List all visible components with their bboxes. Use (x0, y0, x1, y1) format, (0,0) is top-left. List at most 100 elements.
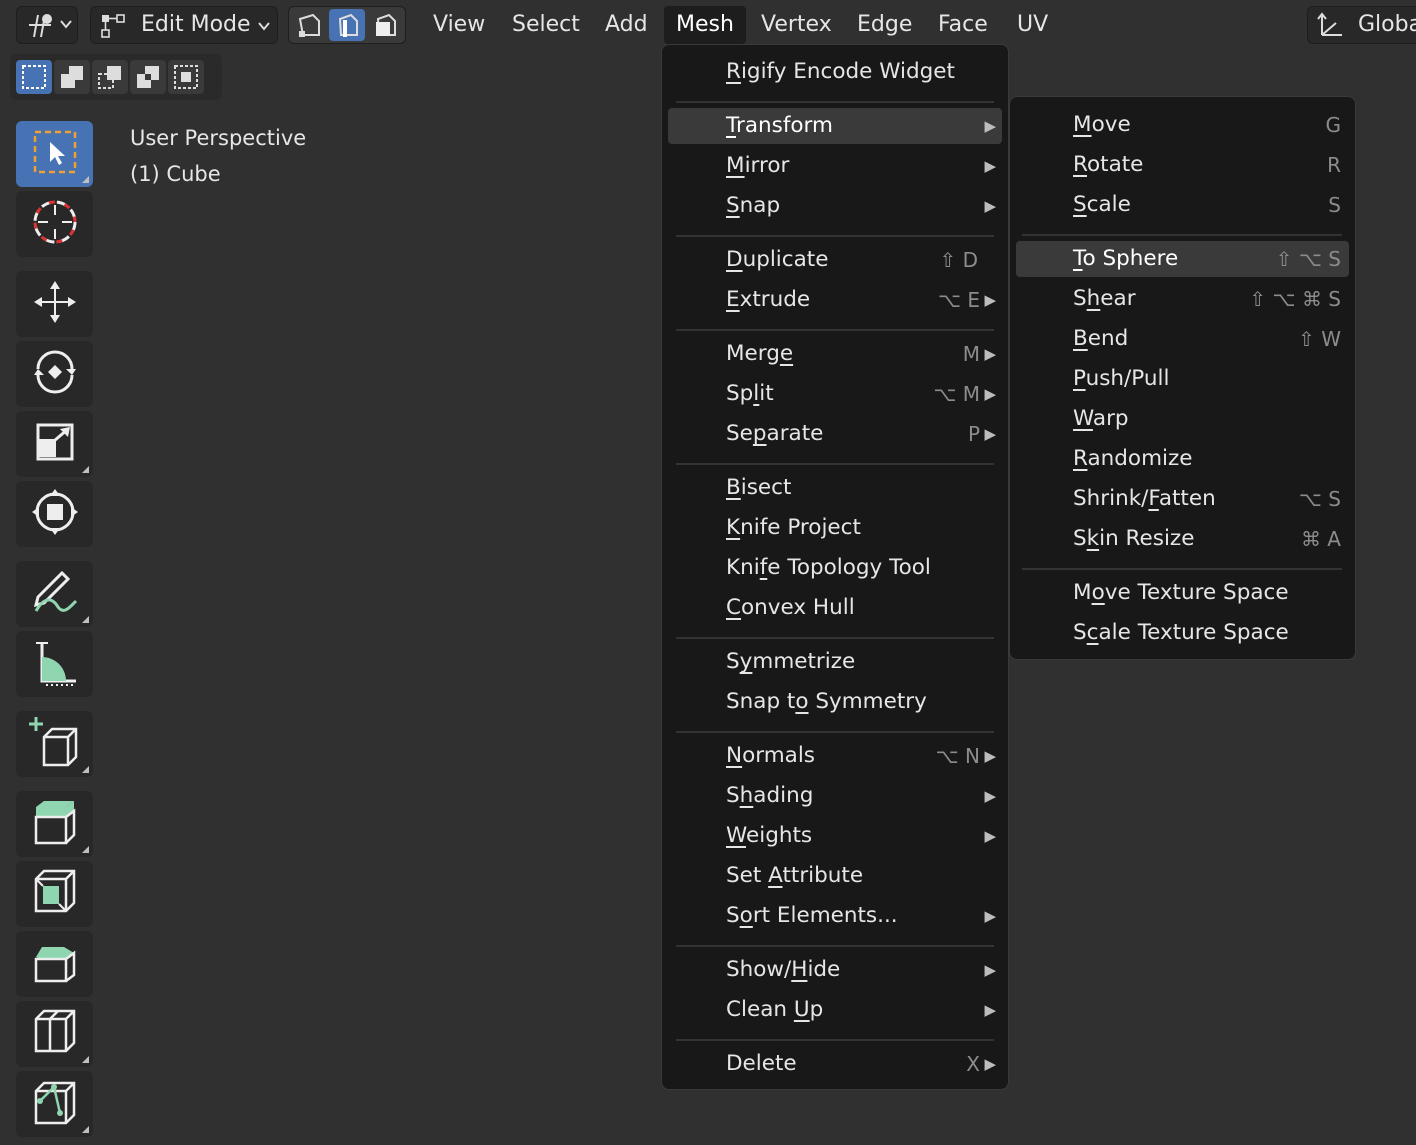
extrude-region-icon (30, 797, 80, 851)
menu-item-scale-texture-space[interactable]: Scale Texture Space (1016, 615, 1349, 651)
editor-type-icon (25, 11, 55, 43)
menu-add[interactable]: Add (593, 6, 660, 44)
menu-item-label: Knife Project (726, 515, 861, 540)
menu-item-shading[interactable]: Shading ▶ (668, 778, 1002, 814)
menu-item-rotate[interactable]: Rotate R (1016, 147, 1349, 183)
menu-item-set-attribute[interactable]: Set Attribute (668, 858, 1002, 894)
menu-face[interactable]: Face (926, 6, 1000, 44)
menu-item-sort-elements[interactable]: Sort Elements... ▶ (668, 898, 1002, 934)
menu-item-bend[interactable]: Bend ⇧ W (1016, 321, 1349, 357)
transform-orientation-dropdown[interactable]: Globa (1307, 6, 1416, 44)
inset-faces-tool[interactable] (16, 861, 93, 927)
menu-item-rigify-encode-widget[interactable]: Rigify Encode Widget (668, 54, 1002, 90)
menu-mesh[interactable]: Mesh (664, 6, 746, 44)
menu-item-separate[interactable]: Separate P ▶ (668, 416, 1002, 452)
menu-item-weights[interactable]: Weights ▶ (668, 818, 1002, 854)
knife-tool[interactable] (16, 1071, 93, 1137)
inset-faces-icon (30, 867, 80, 921)
bevel-icon (30, 937, 80, 991)
submenu-arrow-icon: ▶ (984, 385, 996, 403)
submenu-arrow-icon: ▶ (984, 907, 996, 925)
loop-cut-tool[interactable] (16, 1001, 93, 1067)
menu-item-merge[interactable]: Merge M ▶ (668, 336, 1002, 372)
menu-item-warp[interactable]: Warp (1016, 401, 1349, 437)
menu-item-label: Set Attribute (726, 863, 864, 888)
menu-item-split[interactable]: Split ⌥ M ▶ (668, 376, 1002, 412)
select-intersect-button[interactable] (168, 60, 204, 94)
menu-item-knife-topology-tool[interactable]: Knife Topology Tool (668, 550, 1002, 586)
select-intersect-icon (173, 64, 199, 94)
menu-item-label: Warp (1073, 406, 1129, 431)
menu-select[interactable]: Select (500, 6, 592, 44)
menu-item-randomize[interactable]: Randomize (1016, 441, 1349, 477)
annotate-tool[interactable] (16, 561, 93, 627)
menu-item-knife-project[interactable]: Knife Project (668, 510, 1002, 546)
face-select-button[interactable] (367, 9, 403, 41)
menu-item-label: Bend (1073, 326, 1129, 351)
menu-item-label: Split (726, 381, 774, 406)
add-cube-tool[interactable] (16, 711, 93, 777)
menu-item-skin-resize[interactable]: Skin Resize ⌘ A (1016, 521, 1349, 557)
menu-item-move-texture-space[interactable]: Move Texture Space (1016, 575, 1349, 611)
submenu-arrow-icon: ▶ (984, 291, 996, 309)
menu-item-delete[interactable]: Delete X ▶ (668, 1046, 1002, 1082)
menu-item-bisect[interactable]: Bisect (668, 470, 1002, 506)
move-icon (30, 277, 80, 331)
select-box-tool[interactable] (16, 121, 93, 187)
cursor-tool[interactable] (16, 191, 93, 257)
measure-tool[interactable] (16, 631, 93, 697)
scale-tool[interactable] (16, 411, 93, 477)
menu-item-shear[interactable]: Shear ⇧ ⌥ ⌘ S (1016, 281, 1349, 317)
mode-dropdown[interactable]: Edit Mode (90, 6, 278, 44)
chevron-down-icon (257, 18, 271, 37)
transform-orientation-label: Globa (1358, 12, 1416, 37)
editor-type-button[interactable] (16, 6, 78, 44)
menu-item-label: Snap to Symmetry (726, 689, 927, 714)
select-difference-button[interactable] (130, 60, 166, 94)
menu-item-normals[interactable]: Normals ⌥ N ▶ (668, 738, 1002, 774)
submenu-arrow-icon: ▶ (984, 1055, 996, 1073)
select-subtract-button[interactable] (92, 60, 128, 94)
menu-edge[interactable]: Edge (845, 6, 924, 44)
menu-item-push-pull[interactable]: Push/Pull (1016, 361, 1349, 397)
menu-separator (676, 235, 994, 237)
menu-item-snap[interactable]: Snap ▶ (668, 188, 1002, 224)
menu-item-shrink-fatten[interactable]: Shrink/Fatten ⌥ S (1016, 481, 1349, 517)
selection-mode-bar (10, 54, 222, 100)
knife-icon (30, 1077, 80, 1131)
menu-item-move[interactable]: Move G (1016, 107, 1349, 143)
menu-view[interactable]: View (421, 6, 497, 44)
menu-item-label: Delete (726, 1051, 797, 1076)
select-new-button[interactable] (16, 60, 52, 94)
menu-item-transform[interactable]: Transform ▶ (668, 108, 1002, 144)
transform-tool[interactable] (16, 481, 93, 547)
menu-vertex[interactable]: Vertex (749, 6, 844, 44)
menu-item-extrude[interactable]: Extrude ⌥ E ▶ (668, 282, 1002, 318)
edge-select-button[interactable] (329, 9, 365, 41)
menu-separator (676, 1039, 994, 1041)
annotate-icon (30, 567, 80, 621)
select-new-icon (21, 64, 47, 94)
shortcut-label: X (966, 1052, 980, 1076)
vertex-select-button[interactable] (291, 9, 327, 41)
menu-item-clean-up[interactable]: Clean Up ▶ (668, 992, 1002, 1028)
extrude-region-tool[interactable] (16, 791, 93, 857)
menu-item-to-sphere[interactable]: To Sphere ⇧ ⌥ S (1016, 241, 1349, 277)
menu-item-convex-hull[interactable]: Convex Hull (668, 590, 1002, 626)
menu-item-mirror[interactable]: Mirror ▶ (668, 148, 1002, 184)
menu-uv[interactable]: UV (1005, 6, 1060, 44)
menu-separator (1022, 568, 1342, 570)
view-perspective-label: User Perspective (130, 126, 307, 150)
bevel-tool[interactable] (16, 931, 93, 997)
menu-item-duplicate[interactable]: Duplicate ⇧ D (668, 242, 1002, 278)
menu-item-show-hide[interactable]: Show/Hide ▶ (668, 952, 1002, 988)
select-extend-button[interactable] (54, 60, 90, 94)
menu-item-scale[interactable]: Scale S (1016, 187, 1349, 223)
submenu-arrow-icon: ▶ (984, 787, 996, 805)
cursor-icon (30, 197, 80, 251)
menu-item-symmetrize[interactable]: Symmetrize (668, 644, 1002, 680)
rotate-tool[interactable] (16, 341, 93, 407)
menu-item-snap-to-symmetry[interactable]: Snap to Symmetry (668, 684, 1002, 720)
move-tool[interactable] (16, 271, 93, 337)
shortcut-label: R (1327, 153, 1341, 177)
